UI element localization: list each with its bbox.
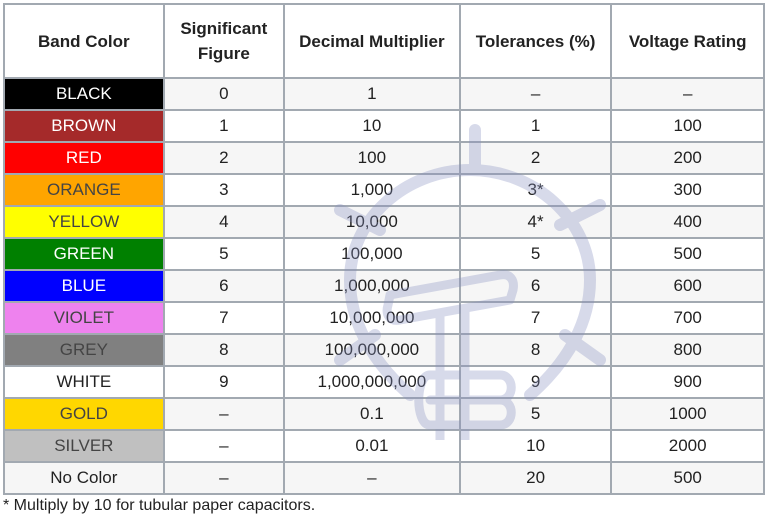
significant-figure-cell: 1	[162, 109, 285, 143]
band-color-cell: GOLD	[3, 397, 165, 431]
header-significant-figure-line2: Figure	[197, 44, 250, 63]
tolerance-cell: 7	[458, 301, 613, 335]
decimal-multiplier-cell: 0.1	[282, 397, 461, 431]
voltage-rating-cell: 700	[610, 301, 765, 335]
footnote: * Multiply by 10 for tubular paper capac…	[3, 497, 316, 514]
tolerance-cell: 8	[458, 333, 613, 367]
table-row: RED 2 100 2 200	[3, 141, 765, 175]
table-row: BLUE 6 1,000,000 6 600	[3, 269, 765, 303]
voltage-rating-cell: 100	[610, 109, 765, 143]
voltage-rating-cell: 500	[610, 461, 765, 495]
tolerance-cell: 20	[458, 461, 613, 495]
decimal-multiplier-cell: 100,000	[282, 237, 461, 271]
table-row: YELLOW 4 10,000 4* 400	[3, 205, 765, 239]
decimal-multiplier-cell: 10,000	[282, 205, 461, 239]
tolerance-cell: 5	[458, 397, 613, 431]
table-row: GREEN 5 100,000 5 500	[3, 237, 765, 271]
band-color-cell: SILVER	[3, 429, 165, 463]
capacitor-color-code-table: Band Color Significant Figure Decimal Mu…	[3, 3, 765, 495]
significant-figure-cell: 7	[162, 301, 285, 335]
tolerance-cell: 2	[458, 141, 613, 175]
header-significant-figure-line1: Significant	[180, 19, 268, 38]
table-row: VIOLET 7 10,000,000 7 700	[3, 301, 765, 335]
voltage-rating-cell: 200	[610, 141, 765, 175]
band-color-cell: YELLOW	[3, 205, 165, 239]
tolerance-cell: 9	[458, 365, 613, 399]
significant-figure-cell: 6	[162, 269, 285, 303]
decimal-multiplier-cell: 10,000,000	[282, 301, 461, 335]
significant-figure-cell: 2	[162, 141, 285, 175]
header-significant-figure: Significant Figure	[162, 3, 285, 79]
voltage-rating-cell: 1000	[610, 397, 765, 431]
decimal-multiplier-cell: 1,000,000,000	[282, 365, 461, 399]
decimal-multiplier-cell: –	[282, 461, 461, 495]
table-row: SILVER –0.01 10 2000	[3, 429, 765, 463]
voltage-rating-cell: –	[610, 77, 765, 111]
band-color-cell: BLUE	[3, 269, 165, 303]
significant-figure-cell: –	[162, 429, 285, 463]
significant-figure-cell: 5	[162, 237, 285, 271]
band-color-cell: No Color	[3, 461, 165, 495]
header-row: Band Color Significant Figure Decimal Mu…	[3, 3, 765, 79]
voltage-rating-cell: 600	[610, 269, 765, 303]
table-row: GOLD –0.1 5 1000	[3, 397, 765, 431]
band-color-cell: ORANGE	[3, 173, 165, 207]
significant-figure-cell: –	[162, 397, 285, 431]
voltage-rating-cell: 300	[610, 173, 765, 207]
voltage-rating-cell: 500	[610, 237, 765, 271]
table-row: BROWN 1 10 1 100	[3, 109, 765, 143]
table-row: ORANGE 3 1,000 3* 300	[3, 173, 765, 207]
significant-figure-cell: 0	[162, 77, 285, 111]
decimal-multiplier-cell: 1,000	[282, 173, 461, 207]
table-row: No Color – –20 500	[3, 461, 765, 495]
significant-figure-cell: 4	[162, 205, 285, 239]
band-color-cell: GREY	[3, 333, 165, 367]
significant-figure-cell: –	[162, 461, 285, 495]
decimal-multiplier-cell: 1,000,000	[282, 269, 461, 303]
tolerance-cell: 4*	[458, 205, 613, 239]
band-color-cell: BLACK	[3, 77, 165, 111]
decimal-multiplier-cell: 100,000,000	[282, 333, 461, 367]
tolerance-cell: 5	[458, 237, 613, 271]
voltage-rating-cell: 900	[610, 365, 765, 399]
table-row: BLACK 0 1– –	[3, 77, 765, 111]
tolerance-cell: 10	[458, 429, 613, 463]
band-color-cell: WHITE	[3, 365, 165, 399]
header-tolerances: Tolerances (%)	[458, 3, 613, 79]
tolerance-cell: 6	[458, 269, 613, 303]
tolerance-cell: 3*	[458, 173, 613, 207]
header-decimal-multiplier: Decimal Multiplier	[282, 3, 461, 79]
tolerance-cell: 1	[458, 109, 613, 143]
header-band-color: Band Color	[3, 3, 165, 79]
voltage-rating-cell: 2000	[610, 429, 765, 463]
significant-figure-cell: 9	[162, 365, 285, 399]
band-color-cell: BROWN	[3, 109, 165, 143]
decimal-multiplier-cell: 100	[282, 141, 461, 175]
table-row: GREY 8 100,000,000 8 800	[3, 333, 765, 367]
decimal-multiplier-cell: 1	[282, 77, 461, 111]
significant-figure-cell: 3	[162, 173, 285, 207]
decimal-multiplier-cell: 10	[282, 109, 461, 143]
voltage-rating-cell: 400	[610, 205, 765, 239]
band-color-cell: GREEN	[3, 237, 165, 271]
significant-figure-cell: 8	[162, 333, 285, 367]
table-row: WHITE 9 1,000,000,000 9 900	[3, 365, 765, 399]
decimal-multiplier-cell: 0.01	[282, 429, 461, 463]
voltage-rating-cell: 800	[610, 333, 765, 367]
tolerance-cell: –	[458, 77, 613, 111]
header-voltage-rating: Voltage Rating	[610, 3, 765, 79]
band-color-cell: RED	[3, 141, 165, 175]
band-color-cell: VIOLET	[3, 301, 165, 335]
